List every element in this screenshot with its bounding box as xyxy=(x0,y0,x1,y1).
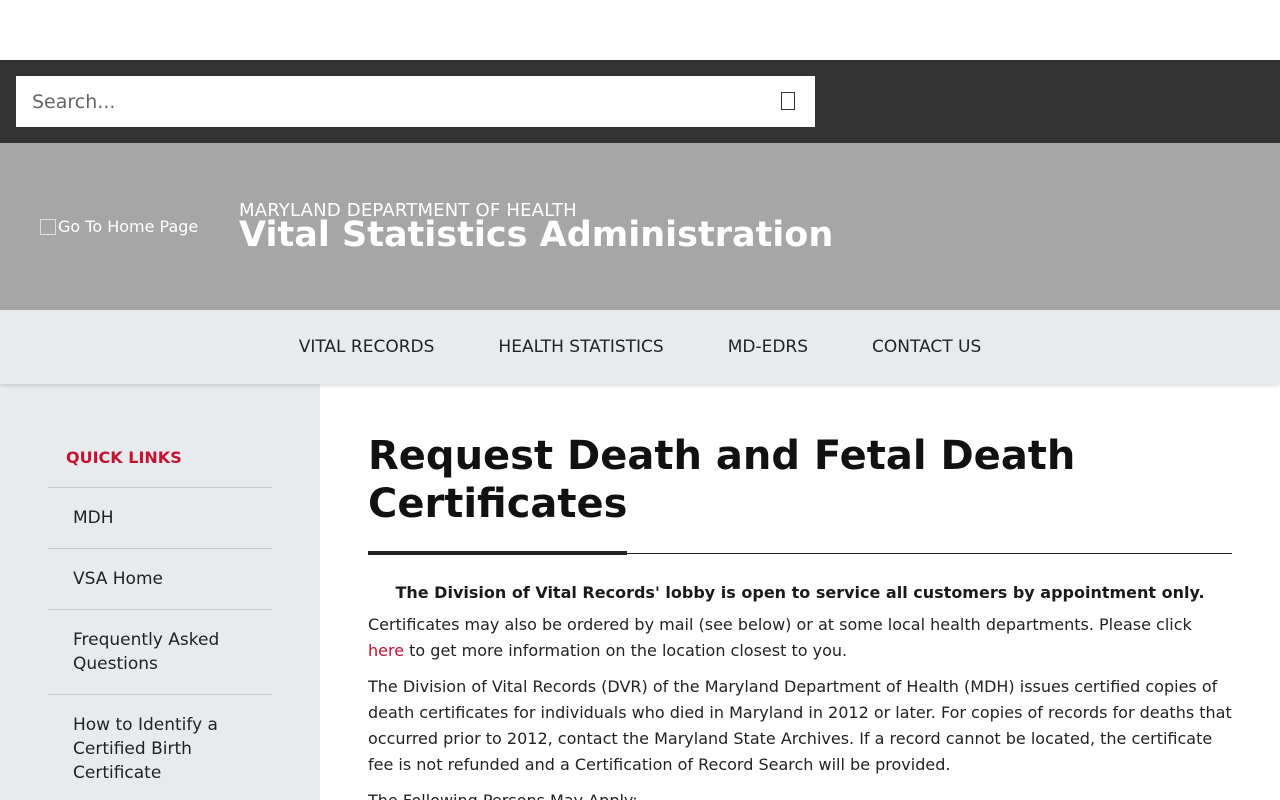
lobby-notice: The Division of Vital Records' lobby is … xyxy=(395,583,1205,602)
search-box xyxy=(16,76,815,127)
site-banner: Go To Home Page MARYLAND DEPARTMENT OF H… xyxy=(0,143,1280,310)
search-input[interactable] xyxy=(32,90,772,113)
here-link[interactable]: here xyxy=(368,641,404,660)
quick-links-sidebar: QUICK LINKS MDH VSA Home Frequently Aske… xyxy=(0,384,320,800)
broken-image-icon xyxy=(40,218,56,235)
nav-item-contact-us[interactable]: CONTACT US xyxy=(840,337,1013,357)
eligibility-heading: The Following Persons May Apply: xyxy=(368,788,1232,800)
main-content: Request Death and Fetal Death Certificat… xyxy=(320,384,1280,800)
agency-name: Vital Statistics Administration xyxy=(239,215,834,255)
search-bar xyxy=(0,60,1280,143)
main-nav: VITAL RECORDS HEALTH STATISTICS MD-EDRS … xyxy=(0,310,1280,384)
top-spacer xyxy=(0,0,1280,60)
order-info-text-end: to get more information on the location … xyxy=(404,641,848,660)
order-info-paragraph: Certificates may also be ordered by mail… xyxy=(368,612,1232,664)
search-icon[interactable] xyxy=(781,92,795,110)
quick-links-title: QUICK LINKS xyxy=(48,448,272,488)
page-title: Request Death and Fetal Death Certificat… xyxy=(368,433,1076,527)
home-logo-link[interactable]: Go To Home Page xyxy=(40,217,198,236)
logo-alt-text: Go To Home Page xyxy=(58,217,199,236)
nav-item-md-edrs[interactable]: MD-EDRS xyxy=(696,337,840,357)
quick-link-identify-certificate[interactable]: How to Identify a Certified Birth Certif… xyxy=(48,695,272,800)
nav-item-health-statistics[interactable]: HEALTH STATISTICS xyxy=(466,337,695,357)
content-area: QUICK LINKS MDH VSA Home Frequently Aske… xyxy=(0,384,1280,800)
order-info-text-start: Certificates may also be ordered by mail… xyxy=(368,615,1192,634)
title-divider xyxy=(368,551,1232,555)
quick-link-faq[interactable]: Frequently Asked Questions xyxy=(48,610,272,695)
dvr-info-paragraph: The Division of Vital Records (DVR) of t… xyxy=(368,677,1232,774)
nav-item-vital-records[interactable]: VITAL RECORDS xyxy=(267,337,467,357)
quick-link-mdh[interactable]: MDH xyxy=(48,488,272,549)
quick-link-vsa-home[interactable]: VSA Home xyxy=(48,549,272,610)
